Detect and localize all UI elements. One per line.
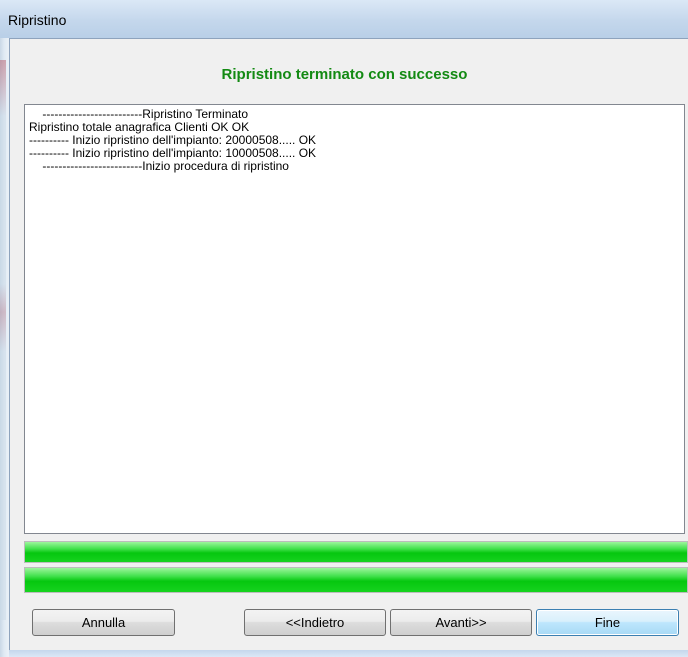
finish-button[interactable]: Fine <box>536 609 679 636</box>
status-heading: Ripristino terminato con successo <box>221 66 468 83</box>
window-title: Ripristino <box>8 12 67 28</box>
cancel-button[interactable]: Annulla <box>32 609 175 636</box>
progress-bar-1-fill <box>25 542 687 562</box>
window-bottom-border <box>9 650 688 657</box>
progress-bar-2 <box>24 567 688 593</box>
log-line: -------------------------Inizio procedur… <box>29 159 289 173</box>
log-textbox[interactable]: -------------------------Ripristino Term… <box>24 104 685 534</box>
back-button[interactable]: <<Indietro <box>244 609 386 636</box>
header-band: Ripristino terminato con successo <box>10 39 688 99</box>
progress-bar-1 <box>24 541 688 563</box>
next-button[interactable]: Avanti>> <box>390 609 532 636</box>
dialog-client-area: Ripristino terminato con successo ------… <box>9 38 688 651</box>
progress-bar-2-fill <box>25 568 687 592</box>
title-bar[interactable]: Ripristino <box>0 0 688 38</box>
